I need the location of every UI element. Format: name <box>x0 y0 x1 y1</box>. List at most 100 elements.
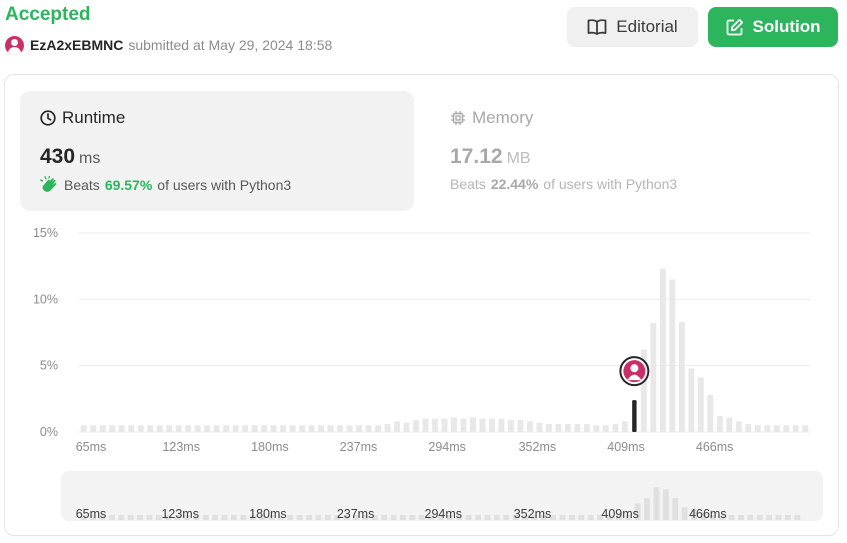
overview-bar <box>390 515 397 520</box>
histogram-bar[interactable] <box>99 425 106 432</box>
overview-bar <box>315 515 322 520</box>
histogram-bar[interactable] <box>735 421 742 432</box>
histogram-bar[interactable] <box>526 421 533 432</box>
histogram-bar[interactable] <box>498 418 505 432</box>
histogram-bar[interactable] <box>470 417 476 432</box>
editorial-button[interactable]: Editorial <box>567 7 698 47</box>
histogram-bar[interactable] <box>432 418 438 432</box>
overview-bar <box>756 515 763 520</box>
y-tick-label: 10% <box>33 292 58 306</box>
histogram-bar[interactable] <box>251 425 258 432</box>
histogram-bar[interactable] <box>223 425 230 432</box>
histogram-bar[interactable] <box>346 425 353 432</box>
histogram-bar[interactable] <box>422 418 429 432</box>
histogram-bar[interactable] <box>147 425 154 432</box>
histogram-bar[interactable] <box>375 425 381 432</box>
histogram-bar[interactable] <box>80 425 87 432</box>
overview-tick-label: 466ms <box>689 507 727 521</box>
histogram-bar[interactable] <box>574 424 581 432</box>
histogram-bar[interactable] <box>289 425 296 432</box>
histogram-bar[interactable] <box>460 418 467 432</box>
histogram-bar[interactable] <box>118 425 125 432</box>
histogram-bar[interactable] <box>726 417 733 432</box>
histogram-bar[interactable] <box>659 268 666 432</box>
histogram-bar[interactable] <box>489 418 495 432</box>
histogram-bar[interactable] <box>707 394 714 432</box>
histogram-bar[interactable] <box>204 425 211 432</box>
histogram-bar[interactable] <box>697 377 704 432</box>
histogram-bar[interactable] <box>128 425 135 432</box>
histogram-bar[interactable] <box>356 425 363 432</box>
editorial-label: Editorial <box>616 17 678 36</box>
histogram-bar[interactable] <box>745 424 752 432</box>
overview-bar <box>240 515 247 520</box>
histogram-bar[interactable] <box>213 425 220 432</box>
histogram-bar[interactable] <box>583 424 590 432</box>
histogram-bar[interactable] <box>299 425 306 432</box>
overview-bar <box>231 515 237 520</box>
histogram-bar[interactable] <box>308 425 315 432</box>
overview-bar <box>681 507 688 520</box>
histogram-bar[interactable] <box>109 425 116 432</box>
histogram-bar[interactable] <box>185 425 192 432</box>
result-card: Runtime 430 ms Beats 69.57% of users with… <box>4 74 839 536</box>
histogram-bar[interactable] <box>612 424 619 432</box>
histogram-bar[interactable] <box>327 425 334 432</box>
overview-tick-label: 409ms <box>601 507 639 521</box>
avatar-head-shape <box>630 364 639 373</box>
histogram-bar[interactable] <box>555 424 562 432</box>
histogram-bar[interactable] <box>441 418 448 432</box>
histogram-bar[interactable] <box>232 425 239 432</box>
histogram-bar[interactable] <box>242 425 249 432</box>
histogram-bar[interactable] <box>688 368 695 432</box>
histogram-bar[interactable] <box>194 425 201 432</box>
histogram-bar[interactable] <box>802 425 809 432</box>
histogram-bar[interactable] <box>602 425 609 432</box>
your-runtime-bar[interactable] <box>632 400 637 432</box>
histogram-bar[interactable] <box>451 417 457 432</box>
histogram-bar[interactable] <box>716 416 723 432</box>
histogram-bar[interactable] <box>773 425 780 432</box>
histogram-bar[interactable] <box>90 425 97 432</box>
histogram-bar[interactable] <box>783 425 790 432</box>
solution-button[interactable]: Solution <box>708 7 838 47</box>
user-avatar[interactable] <box>5 35 24 55</box>
histogram-bar[interactable] <box>545 424 552 432</box>
histogram-bar[interactable] <box>270 425 277 432</box>
histogram-bar[interactable] <box>403 422 410 432</box>
histogram-bar[interactable] <box>261 425 268 432</box>
histogram-bar[interactable] <box>318 425 325 432</box>
histogram-bar[interactable] <box>536 422 543 432</box>
y-tick-label: 0% <box>40 425 58 439</box>
histogram-bar[interactable] <box>413 420 419 432</box>
histogram-bar[interactable] <box>394 421 400 432</box>
histogram-bar[interactable] <box>621 421 628 432</box>
histogram-bar[interactable] <box>792 425 799 432</box>
histogram-bar[interactable] <box>137 425 144 432</box>
histogram-bar[interactable] <box>764 425 771 432</box>
histogram-bar[interactable] <box>508 420 514 432</box>
histogram-bar[interactable] <box>479 418 486 432</box>
histogram-bar[interactable] <box>564 424 571 432</box>
x-tick-label: 352ms <box>519 440 557 454</box>
histogram-bar[interactable] <box>365 425 372 432</box>
histogram-bar[interactable] <box>754 425 761 432</box>
overview-tick-label: 352ms <box>514 507 552 521</box>
submission-status: Accepted <box>5 4 91 25</box>
histogram-bar[interactable] <box>384 424 391 432</box>
histogram-bar[interactable] <box>650 323 657 432</box>
username-link[interactable]: EzA2xEBMNC <box>30 37 123 53</box>
histogram-bar[interactable] <box>166 425 173 432</box>
histogram-bar[interactable] <box>175 425 182 432</box>
histogram-bar[interactable] <box>669 279 676 432</box>
overview-bar <box>503 515 510 520</box>
overview-bar <box>587 515 594 520</box>
runtime-distribution-chart[interactable]: 0% 5% 10% 15% 65ms 123ms 180ms 237ms 294ms 352ms 4… <box>5 75 838 530</box>
histogram-bar[interactable] <box>280 425 287 432</box>
histogram-bar[interactable] <box>156 425 163 432</box>
histogram-bar[interactable] <box>593 425 600 432</box>
histogram-bar[interactable] <box>517 420 524 432</box>
histogram-bar[interactable] <box>337 425 344 432</box>
overview-bar <box>324 515 331 520</box>
histogram-bar[interactable] <box>678 321 685 432</box>
